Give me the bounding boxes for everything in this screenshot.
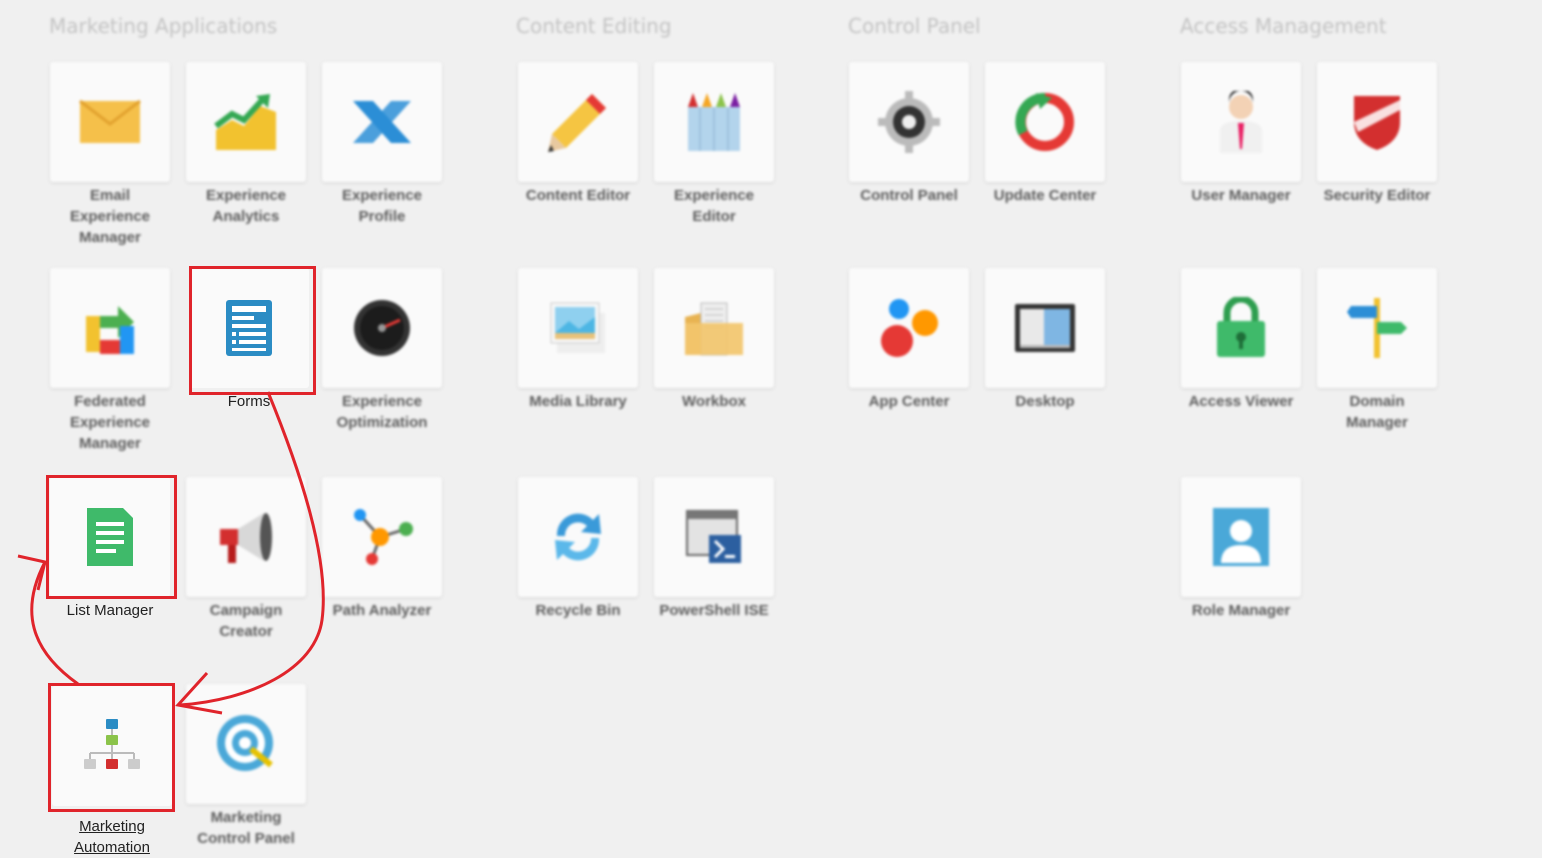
tile-label: Marketing Automation (74, 818, 150, 856)
envelope-icon (50, 62, 170, 182)
tile-federated-experience-manager[interactable]: Federated Experience Manager (50, 268, 170, 454)
folder-files-icon (654, 268, 774, 388)
padlock-icon (1181, 268, 1301, 388)
tile-experience-analytics[interactable]: Experience Analytics (186, 62, 306, 227)
tile-powershell-ise[interactable]: PowerShell ISE (654, 477, 774, 621)
tile-email-experience-manager[interactable]: Email Experience Manager (50, 62, 170, 248)
target-icon (186, 684, 306, 804)
tile-label: Federated Experience Manager (69, 393, 151, 452)
tile-label: List Manager (66, 602, 154, 619)
tile-desktop[interactable]: Desktop (985, 268, 1105, 412)
image-stack-icon (518, 268, 638, 388)
tile-label: Control Panel (860, 187, 958, 204)
tile-label: Access Viewer (1188, 393, 1294, 410)
tile-label: Security Editor (1323, 187, 1431, 204)
tile-label: Workbox (682, 393, 746, 410)
tile-marketing-control-panel[interactable]: Marketing Control Panel (186, 684, 306, 849)
tile-control-panel[interactable]: Control Panel (849, 62, 969, 206)
tile-label: Path Analyzer (332, 602, 432, 619)
tile-path-analyzer[interactable]: Path Analyzer (322, 477, 442, 621)
tile-label: Experience Editor (673, 187, 755, 225)
tile-label: Media Library (529, 393, 627, 410)
network-nodes-icon (322, 477, 442, 597)
gauge-icon (322, 268, 442, 388)
tile-experience-profile[interactable]: Experience Profile (322, 62, 442, 227)
tile-label: Update Center (993, 187, 1097, 204)
list-document-icon (50, 477, 170, 597)
tile-label: Experience Analytics (205, 187, 287, 225)
tile-label: Recycle Bin (535, 602, 621, 619)
tile-label: Campaign Creator (209, 602, 283, 640)
x-profile-icon (322, 62, 442, 182)
tile-label: Domain Manager (1346, 393, 1408, 431)
section-title-control-panel: Control Panel (848, 14, 981, 38)
tile-media-library[interactable]: Media Library (518, 268, 638, 412)
refresh-ring-icon (985, 62, 1105, 182)
section-title-marketing-applications: Marketing Applications (49, 14, 278, 38)
federated-icon (50, 268, 170, 388)
tile-label: App Center (868, 393, 950, 410)
megaphone-icon (186, 477, 306, 597)
terminal-window-icon (654, 477, 774, 597)
color-dots-icon (849, 268, 969, 388)
crayons-icon (654, 62, 774, 182)
tile-security-editor[interactable]: Security Editor (1317, 62, 1437, 206)
tile-experience-editor[interactable]: Experience Editor (654, 62, 774, 227)
form-document-icon (189, 268, 309, 388)
user-card-icon (1181, 477, 1301, 597)
tile-app-center[interactable]: App Center (849, 268, 969, 412)
section-title-access-management: Access Management (1180, 14, 1387, 38)
shield-icon (1317, 62, 1437, 182)
pencil-icon (518, 62, 638, 182)
monitor-icon (985, 268, 1105, 388)
tile-experience-optimization[interactable]: Experience Optimization (322, 268, 442, 433)
tile-label: Experience Profile (341, 187, 423, 225)
tile-workbox[interactable]: Workbox (654, 268, 774, 412)
section-title-content-editing: Content Editing (516, 14, 672, 38)
tile-list-manager[interactable]: List Manager (50, 477, 170, 621)
tile-label: Role Manager (1191, 602, 1291, 619)
org-chart-icon (52, 686, 172, 806)
tile-marketing-automation[interactable]: Marketing Automation (52, 686, 172, 858)
tile-campaign-creator[interactable]: Campaign Creator (186, 477, 306, 642)
tile-content-editor[interactable]: Content Editor (518, 62, 638, 206)
tile-access-viewer[interactable]: Access Viewer (1181, 268, 1301, 412)
tile-update-center[interactable]: Update Center (985, 62, 1105, 206)
tile-label: User Manager (1191, 187, 1291, 204)
tile-label: Desktop (1015, 393, 1075, 410)
recycle-arrows-icon (518, 477, 638, 597)
tile-label: Email Experience Manager (69, 187, 151, 246)
tile-label: Marketing Control Panel (197, 809, 295, 847)
gear-icon (849, 62, 969, 182)
tile-label: PowerShell ISE (659, 602, 769, 619)
tile-label: Forms (227, 393, 271, 410)
user-icon (1181, 62, 1301, 182)
tile-recycle-bin[interactable]: Recycle Bin (518, 477, 638, 621)
tile-domain-manager[interactable]: Domain Manager (1317, 268, 1437, 433)
tile-forms[interactable]: Forms (189, 268, 309, 412)
growth-chart-icon (186, 62, 306, 182)
signpost-icon (1317, 268, 1437, 388)
tile-user-manager[interactable]: User Manager (1181, 62, 1301, 206)
tile-label: Experience Optimization (336, 393, 428, 431)
tile-label: Content Editor (525, 187, 631, 204)
tile-role-manager[interactable]: Role Manager (1181, 477, 1301, 621)
